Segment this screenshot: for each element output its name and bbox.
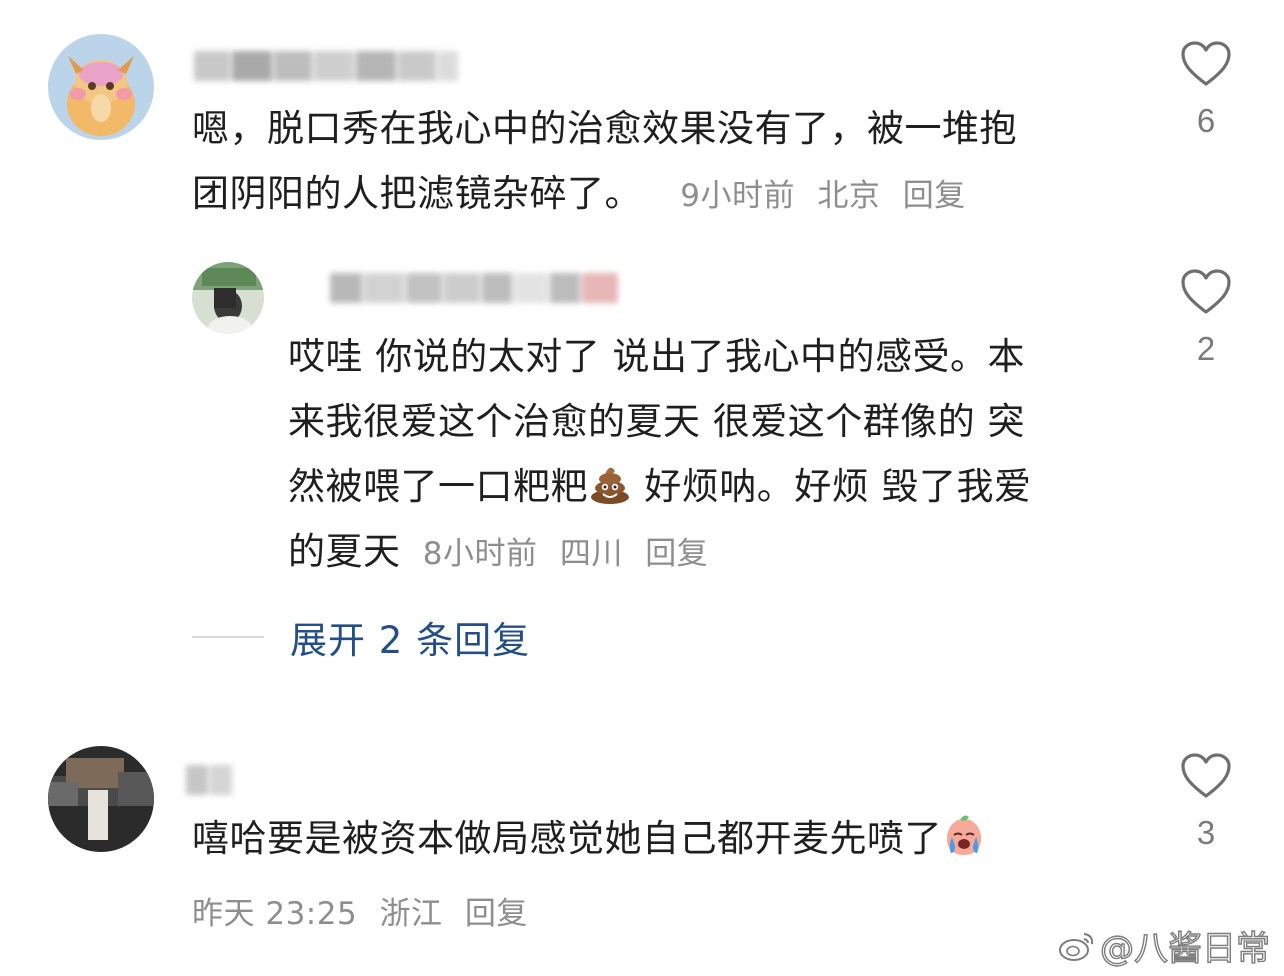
username-mosaic-2[interactable]	[330, 266, 620, 310]
comment-2-line-2: 来我很爱这个治愈的夏天 很爱这个群像的 突	[288, 400, 1026, 443]
comment-3-reply-button[interactable]: 回复	[465, 896, 528, 932]
like-button-3[interactable]: 3	[1176, 752, 1236, 852]
avatar-comment-3[interactable]	[48, 746, 154, 852]
comment-1-location: 北京	[817, 178, 881, 214]
comment-3-line-1: 嘻哈要是被资本做局感觉她自己都开麦先喷了	[192, 806, 1152, 871]
comment-2-line-4-text: 的夏天	[288, 530, 401, 573]
like-button-2[interactable]: 2	[1176, 268, 1236, 368]
comment-1-body: 嗯，脱口秀在我心中的治愈效果没有了，被一堆抱 团阴阳的人把滤镜杂碎了。 9小时前…	[192, 96, 1152, 229]
avatar-comment-1[interactable]	[48, 34, 154, 140]
comment-2-body: 哎哇 你说的太对了 说出了我心中的感受。本 来我很爱这个治愈的夏天 很爱这个群像…	[288, 324, 1148, 587]
watermark: @八酱日常	[1058, 921, 1271, 970]
comment-1-time: 9小时前	[680, 178, 795, 214]
comment-3-time: 昨天 23:25	[192, 896, 358, 932]
heart-icon	[1181, 753, 1231, 798]
like-button-1[interactable]: 6	[1176, 40, 1236, 140]
comment-3-text: 嘻哈要是被资本做局感觉她自己都开麦先喷了	[192, 817, 942, 860]
like-count-1: 6	[1196, 102, 1216, 139]
comment-2-time: 8小时前	[422, 536, 538, 572]
comment-3-body: 嘻哈要是被资本做局感觉她自己都开麦先喷了	[192, 806, 1152, 871]
like-count-2: 2	[1196, 330, 1216, 367]
heart-icon	[1181, 41, 1231, 86]
crying-emoji-icon	[946, 815, 982, 855]
username-mosaic-1[interactable]	[194, 44, 460, 88]
comment-2-line-1: 哎哇 你说的太对了 说出了我心中的感受。本	[288, 335, 1026, 378]
comment-2-line-3a: 然被喂了一口粑粑	[288, 465, 588, 508]
comment-2-meta: 8小时前 四川 回复	[423, 536, 720, 572]
comment-3-meta: 昨天 23:25 浙江 回复	[192, 888, 540, 933]
poop-emoji-icon	[591, 467, 629, 504]
comment-1-reply-button[interactable]: 回复	[903, 178, 966, 214]
comment-2-location: 四川	[559, 536, 623, 572]
expand-replies-button[interactable]: 展开 2 条回复	[192, 610, 530, 664]
comment-2-line-3: 然被喂了一口粑粑 好烦呐。好烦 毁了我爱	[288, 454, 1148, 519]
expand-divider	[192, 636, 264, 638]
weibo-logo-icon	[1059, 932, 1094, 961]
like-count-3: 3	[1196, 814, 1216, 851]
comment-2-reply-button[interactable]: 回复	[645, 536, 708, 572]
avatar-comment-2[interactable]	[192, 262, 264, 334]
expand-replies-label: 展开 2 条回复	[290, 619, 531, 662]
comment-1-meta: 9小时前 北京 回复	[680, 178, 977, 214]
comment-1-line-2: 团阴阳的人把滤镜杂碎了。 9小时前 北京 回复	[192, 161, 1152, 229]
comment-2-line-3b: 好烦呐。好烦 毁了我爱	[632, 465, 1032, 508]
username-mosaic-3[interactable]	[186, 758, 234, 802]
comment-2-line-4: 的夏天 8小时前 四川 回复	[288, 519, 1148, 587]
watermark-text: @八酱日常	[1099, 928, 1270, 969]
comment-1-line-1: 嗯，脱口秀在我心中的治愈效果没有了，被一堆抱	[192, 107, 1017, 150]
heart-icon	[1181, 269, 1231, 314]
comment-1-line-2-text: 团阴阳的人把滤镜杂碎了。	[192, 172, 642, 215]
comment-3-location: 浙江	[379, 896, 443, 932]
